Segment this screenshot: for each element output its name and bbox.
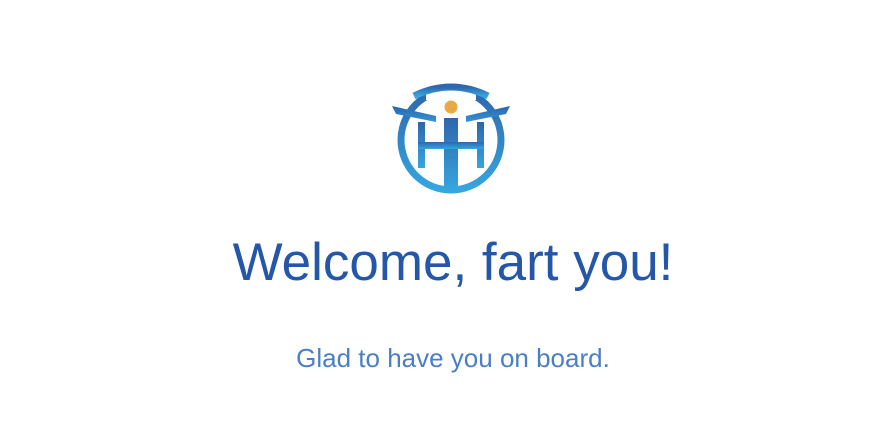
welcome-subtitle: Glad to have you on board. [296, 343, 610, 373]
brand-logo-icon [392, 83, 510, 194]
welcome-title: Welcome, fart you! [232, 233, 674, 292]
welcome-page: Welcome, fart you! Glad to have you on b… [0, 0, 896, 446]
